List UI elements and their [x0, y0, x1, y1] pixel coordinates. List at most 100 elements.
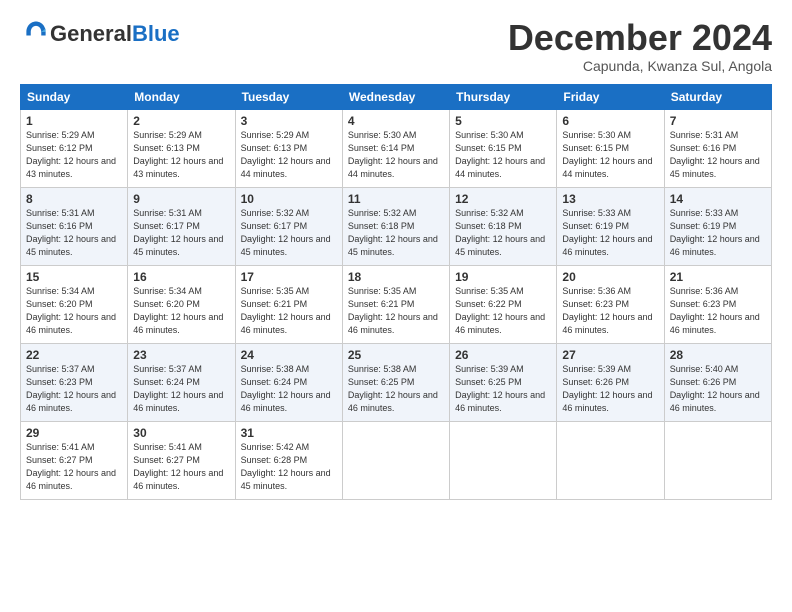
col-sunday: Sunday [21, 84, 128, 109]
day-info: Sunrise: 5:35 AMSunset: 6:21 PMDaylight:… [241, 286, 331, 335]
day-number: 30 [133, 426, 229, 440]
day-info: Sunrise: 5:29 AMSunset: 6:13 PMDaylight:… [241, 130, 331, 179]
col-wednesday: Wednesday [342, 84, 449, 109]
day-info: Sunrise: 5:41 AMSunset: 6:27 PMDaylight:… [26, 442, 116, 491]
day-info: Sunrise: 5:35 AMSunset: 6:22 PMDaylight:… [455, 286, 545, 335]
day-info: Sunrise: 5:32 AMSunset: 6:17 PMDaylight:… [241, 208, 331, 257]
title-block: December 2024 Capunda, Kwanza Sul, Angol… [508, 18, 772, 74]
page: GeneralBlue December 2024 Capunda, Kwanz… [0, 0, 792, 612]
day-number: 9 [133, 192, 229, 206]
calendar-cell [664, 421, 771, 499]
calendar-cell: 18 Sunrise: 5:35 AMSunset: 6:21 PMDayligh… [342, 265, 449, 343]
day-number: 20 [562, 270, 658, 284]
day-number: 24 [241, 348, 337, 362]
calendar-cell: 10 Sunrise: 5:32 AMSunset: 6:17 PMDayligh… [235, 187, 342, 265]
day-info: Sunrise: 5:29 AMSunset: 6:12 PMDaylight:… [26, 130, 116, 179]
day-number: 23 [133, 348, 229, 362]
calendar-cell: 17Sunrise: 5:35 AMSunset: 6:21 PMDayligh… [235, 265, 342, 343]
calendar-cell: 20 Sunrise: 5:36 AMSunset: 6:23 PMDayligh… [557, 265, 664, 343]
calendar-cell [342, 421, 449, 499]
calendar-cell: 15 Sunrise: 5:34 AMSunset: 6:20 PMDayligh… [21, 265, 128, 343]
day-number: 4 [348, 114, 444, 128]
day-number: 13 [562, 192, 658, 206]
day-info: Sunrise: 5:32 AMSunset: 6:18 PMDaylight:… [348, 208, 438, 257]
day-number: 3 [241, 114, 337, 128]
day-info: Sunrise: 5:33 AMSunset: 6:19 PMDaylight:… [562, 208, 652, 257]
day-info: Sunrise: 5:33 AMSunset: 6:19 PMDaylight:… [670, 208, 760, 257]
location: Capunda, Kwanza Sul, Angola [508, 58, 772, 74]
day-info: Sunrise: 5:36 AMSunset: 6:23 PMDaylight:… [562, 286, 652, 335]
calendar-cell: 26 Sunrise: 5:39 AMSunset: 6:25 PMDayligh… [450, 343, 557, 421]
calendar-table: Sunday Monday Tuesday Wednesday Thursday… [20, 84, 772, 500]
calendar-cell: 7Sunrise: 5:31 AMSunset: 6:16 PMDaylight… [664, 109, 771, 187]
day-info: Sunrise: 5:41 AMSunset: 6:27 PMDaylight:… [133, 442, 223, 491]
calendar-cell: 3 Sunrise: 5:29 AMSunset: 6:13 PMDaylight… [235, 109, 342, 187]
day-number: 16 [133, 270, 229, 284]
day-info: Sunrise: 5:31 AMSunset: 6:16 PMDaylight:… [26, 208, 116, 257]
day-info: Sunrise: 5:37 AMSunset: 6:24 PMDaylight:… [133, 364, 223, 413]
calendar-cell: 11 Sunrise: 5:32 AMSunset: 6:18 PMDayligh… [342, 187, 449, 265]
day-number: 1 [26, 114, 122, 128]
day-info: Sunrise: 5:31 AMSunset: 6:16 PMDaylight:… [670, 130, 760, 179]
day-info: Sunrise: 5:34 AMSunset: 6:20 PMDaylight:… [133, 286, 223, 335]
calendar-cell: 24Sunrise: 5:38 AMSunset: 6:24 PMDayligh… [235, 343, 342, 421]
day-number: 31 [241, 426, 337, 440]
day-number: 21 [670, 270, 766, 284]
day-info: Sunrise: 5:39 AMSunset: 6:25 PMDaylight:… [455, 364, 545, 413]
day-info: Sunrise: 5:31 AMSunset: 6:17 PMDaylight:… [133, 208, 223, 257]
day-info: Sunrise: 5:34 AMSunset: 6:20 PMDaylight:… [26, 286, 116, 335]
day-number: 14 [670, 192, 766, 206]
calendar-cell: 21Sunrise: 5:36 AMSunset: 6:23 PMDayligh… [664, 265, 771, 343]
calendar-cell: 2 Sunrise: 5:29 AMSunset: 6:13 PMDaylight… [128, 109, 235, 187]
calendar-cell: 29Sunrise: 5:41 AMSunset: 6:27 PMDayligh… [21, 421, 128, 499]
day-number: 26 [455, 348, 551, 362]
col-saturday: Saturday [664, 84, 771, 109]
col-thursday: Thursday [450, 84, 557, 109]
calendar-cell: 23 Sunrise: 5:37 AMSunset: 6:24 PMDayligh… [128, 343, 235, 421]
day-number: 27 [562, 348, 658, 362]
day-info: Sunrise: 5:39 AMSunset: 6:26 PMDaylight:… [562, 364, 652, 413]
calendar-cell: 25Sunrise: 5:38 AMSunset: 6:25 PMDayligh… [342, 343, 449, 421]
header-row: Sunday Monday Tuesday Wednesday Thursday… [21, 84, 772, 109]
day-number: 28 [670, 348, 766, 362]
day-number: 18 [348, 270, 444, 284]
logo-blue: Blue [132, 21, 180, 46]
day-info: Sunrise: 5:32 AMSunset: 6:18 PMDaylight:… [455, 208, 545, 257]
day-number: 5 [455, 114, 551, 128]
month-title: December 2024 [508, 18, 772, 58]
calendar-cell: 5 Sunrise: 5:30 AMSunset: 6:15 PMDaylight… [450, 109, 557, 187]
calendar-cell: 28 Sunrise: 5:40 AMSunset: 6:26 PMDayligh… [664, 343, 771, 421]
calendar-cell: 13 Sunrise: 5:33 AMSunset: 6:19 PMDayligh… [557, 187, 664, 265]
calendar-cell: 30 Sunrise: 5:41 AMSunset: 6:27 PMDayligh… [128, 421, 235, 499]
day-number: 22 [26, 348, 122, 362]
day-info: Sunrise: 5:37 AMSunset: 6:23 PMDaylight:… [26, 364, 116, 413]
calendar-cell: 22 Sunrise: 5:37 AMSunset: 6:23 PMDayligh… [21, 343, 128, 421]
calendar-cell: 8 Sunrise: 5:31 AMSunset: 6:16 PMDaylight… [21, 187, 128, 265]
calendar-cell: 9 Sunrise: 5:31 AMSunset: 6:17 PMDaylight… [128, 187, 235, 265]
table-row: 15 Sunrise: 5:34 AMSunset: 6:20 PMDayligh… [21, 265, 772, 343]
day-number: 6 [562, 114, 658, 128]
day-number: 11 [348, 192, 444, 206]
calendar-cell: 19Sunrise: 5:35 AMSunset: 6:22 PMDayligh… [450, 265, 557, 343]
day-info: Sunrise: 5:40 AMSunset: 6:26 PMDaylight:… [670, 364, 760, 413]
calendar-cell: 1 Sunrise: 5:29 AMSunset: 6:12 PMDaylight… [21, 109, 128, 187]
day-number: 12 [455, 192, 551, 206]
table-row: 1 Sunrise: 5:29 AMSunset: 6:12 PMDaylight… [21, 109, 772, 187]
day-info: Sunrise: 5:30 AMSunset: 6:15 PMDaylight:… [562, 130, 652, 179]
day-number: 8 [26, 192, 122, 206]
logo: GeneralBlue [20, 18, 180, 51]
day-number: 15 [26, 270, 122, 284]
day-info: Sunrise: 5:29 AMSunset: 6:13 PMDaylight:… [133, 130, 223, 179]
day-info: Sunrise: 5:30 AMSunset: 6:15 PMDaylight:… [455, 130, 545, 179]
calendar-cell: 4Sunrise: 5:30 AMSunset: 6:14 PMDaylight… [342, 109, 449, 187]
day-info: Sunrise: 5:35 AMSunset: 6:21 PMDaylight:… [348, 286, 438, 335]
col-monday: Monday [128, 84, 235, 109]
calendar-cell: 27 Sunrise: 5:39 AMSunset: 6:26 PMDayligh… [557, 343, 664, 421]
col-tuesday: Tuesday [235, 84, 342, 109]
day-number: 25 [348, 348, 444, 362]
day-number: 2 [133, 114, 229, 128]
day-number: 10 [241, 192, 337, 206]
header: GeneralBlue December 2024 Capunda, Kwanz… [20, 18, 772, 74]
calendar-cell: 31Sunrise: 5:42 AMSunset: 6:28 PMDayligh… [235, 421, 342, 499]
calendar-cell: 16 Sunrise: 5:34 AMSunset: 6:20 PMDayligh… [128, 265, 235, 343]
